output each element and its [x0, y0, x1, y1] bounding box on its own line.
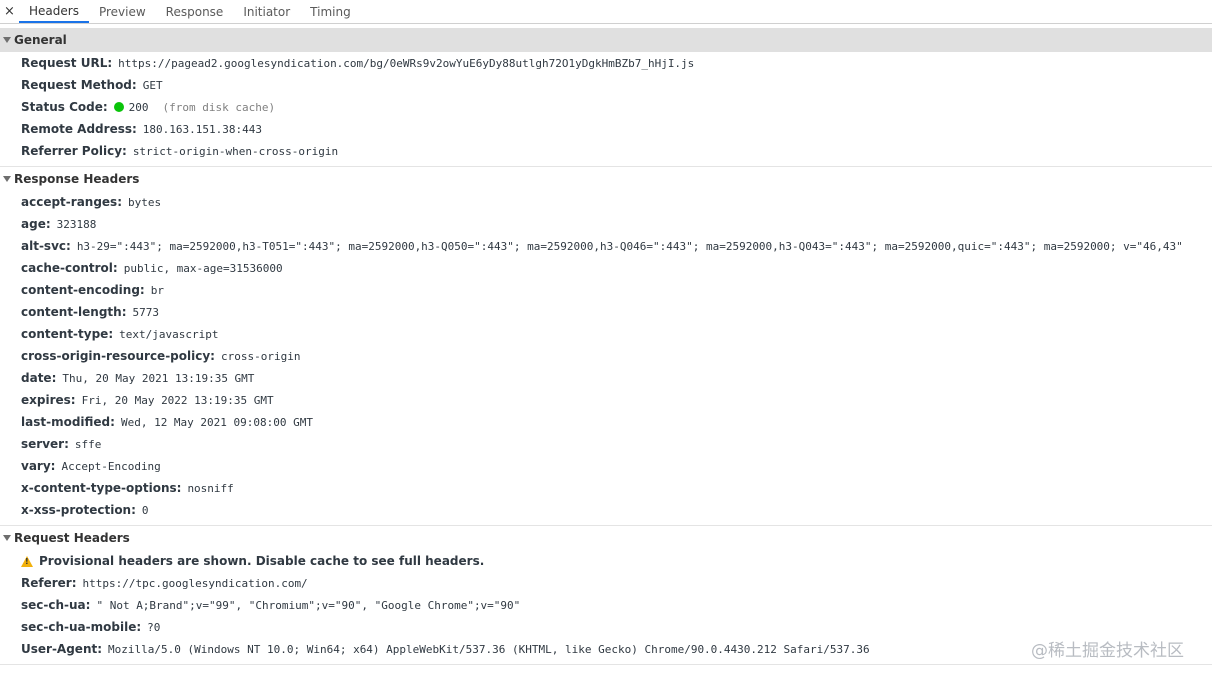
header-key: Remote Address: [21, 122, 137, 136]
header-key: date: [21, 371, 57, 385]
header-key: Referer: [21, 576, 77, 590]
response-headers-title: Response Headers [14, 172, 140, 186]
header-key: Request Method: [21, 78, 137, 92]
response-headers-section-header[interactable]: Response Headers [0, 167, 1212, 191]
provisional-warning-row: Provisional headers are shown. Disable c… [0, 550, 1212, 572]
referrer-policy-value: strict-origin-when-cross-origin [132, 144, 339, 158]
header-key: sec-ch-ua-mobile: [21, 620, 142, 634]
header-row: content-length: 5773 [0, 301, 1212, 323]
status-ok-icon [113, 102, 124, 112]
close-panel-button[interactable]: × [0, 0, 19, 23]
tab-timing[interactable]: Timing [300, 0, 361, 23]
status-code-row: Status Code: 200 (from disk cache) [0, 96, 1212, 118]
general-section-header[interactable]: General [0, 28, 1212, 52]
header-value: cross-origin [220, 349, 301, 363]
header-value: 323188 [56, 217, 97, 231]
header-value: 5773 [132, 305, 160, 319]
header-key: last-modified: [21, 415, 115, 429]
header-row: age: 323188 [0, 213, 1212, 235]
tab-initiator[interactable]: Initiator [233, 0, 300, 23]
header-row: cache-control: public, max-age=31536000 [0, 257, 1212, 279]
header-value: Wed, 12 May 2021 09:08:00 GMT [120, 415, 314, 429]
request-url-row: Request URL: https://pagead2.googlesyndi… [0, 52, 1212, 74]
header-row: sec-ch-ua: " Not A;Brand";v="99", "Chromi… [0, 594, 1212, 616]
warning-icon [21, 555, 33, 567]
header-key: Referrer Policy: [21, 144, 127, 158]
header-row: expires: Fri, 20 May 2022 13:19:35 GMT [0, 389, 1212, 411]
header-value: Mozilla/5.0 (Windows NT 10.0; Win64; x64… [108, 642, 870, 656]
header-key: content-encoding: [21, 283, 145, 297]
header-value: 0 [141, 503, 149, 517]
status-note: (from disk cache) [162, 100, 276, 114]
response-headers-section: Response Headers accept-ranges: bytes age… [0, 167, 1212, 526]
header-key: cross-origin-resource-policy: [21, 349, 215, 363]
remote-address-value: 180.163.151.38:443 [142, 122, 263, 136]
header-key: sec-ch-ua: [21, 598, 91, 612]
header-value: nosniff [187, 481, 234, 495]
request-headers-section-header[interactable]: Request Headers [0, 526, 1212, 550]
headers-panel: General Request URL: https://pagead2.goo… [0, 28, 1212, 665]
header-row: x-content-type-options: nosniff [0, 477, 1212, 499]
header-value: h3-29=":443"; ma=2592000,h3-T051=":443";… [76, 239, 1183, 253]
header-row: server: sffe [0, 433, 1212, 455]
watermark-text: @稀土掘金技术社区 [1031, 641, 1184, 661]
header-value: br [150, 283, 164, 297]
header-key: age: [21, 217, 51, 231]
tab-preview[interactable]: Preview [89, 0, 156, 23]
header-key: content-length: [21, 305, 127, 319]
header-value: https://tpc.googlesyndication.com/ [82, 576, 308, 590]
header-key: accept-ranges: [21, 195, 122, 209]
header-key: cache-control: [21, 261, 118, 275]
collapse-triangle-icon [3, 37, 11, 43]
header-value: ?0 [147, 620, 161, 634]
header-key: alt-svc: [21, 239, 71, 253]
status-code-value: 200 [128, 100, 149, 114]
header-key: server: [21, 437, 69, 451]
collapse-triangle-icon [3, 176, 11, 182]
request-url-value: https://pagead2.googlesyndication.com/bg… [118, 56, 695, 70]
header-value: bytes [128, 195, 162, 209]
header-key: expires: [21, 393, 76, 407]
header-key: User-Agent: [21, 642, 103, 656]
collapse-triangle-icon [3, 535, 11, 541]
tab-headers[interactable]: Headers [19, 0, 89, 23]
header-row: sec-ch-ua-mobile: ?0 [0, 616, 1212, 638]
header-row: alt-svc: h3-29=":443"; ma=2592000,h3-T051… [0, 235, 1212, 257]
header-row: content-encoding: br [0, 279, 1212, 301]
general-title: General [14, 33, 67, 47]
header-row: Referer: https://tpc.googlesyndication.co… [0, 572, 1212, 594]
devtools-tab-bar: × Headers Preview Response Initiator Tim… [0, 0, 1212, 24]
header-key: x-xss-protection: [21, 503, 136, 517]
header-value: " Not A;Brand";v="99", "Chromium";v="90"… [96, 598, 521, 612]
provisional-warning-text: Provisional headers are shown. Disable c… [39, 554, 485, 568]
header-key: x-content-type-options: [21, 481, 182, 495]
header-row: accept-ranges: bytes [0, 191, 1212, 213]
header-key: vary: [21, 459, 56, 473]
header-row: last-modified: Wed, 12 May 2021 09:08:00 … [0, 411, 1212, 433]
header-row: x-xss-protection: 0 [0, 499, 1212, 521]
request-method-row: Request Method: GET [0, 74, 1212, 96]
header-row: date: Thu, 20 May 2021 13:19:35 GMT [0, 367, 1212, 389]
request-headers-title: Request Headers [14, 531, 130, 545]
remote-address-row: Remote Address: 180.163.151.38:443 [0, 118, 1212, 140]
header-row: vary: Accept-Encoding [0, 455, 1212, 477]
header-value: Accept-Encoding [61, 459, 161, 473]
tab-response[interactable]: Response [156, 0, 234, 23]
header-value: Fri, 20 May 2022 13:19:35 GMT [81, 393, 274, 407]
header-value: public, max-age=31536000 [123, 261, 283, 275]
header-row: content-type: text/javascript [0, 323, 1212, 345]
general-section: General Request URL: https://pagead2.goo… [0, 28, 1212, 167]
referrer-policy-row: Referrer Policy: strict-origin-when-cros… [0, 140, 1212, 162]
header-value: sffe [74, 437, 102, 451]
header-row: cross-origin-resource-policy: cross-origi… [0, 345, 1212, 367]
header-key: Request URL: [21, 56, 113, 70]
header-value: Thu, 20 May 2021 13:19:35 GMT [62, 371, 255, 385]
header-key: content-type: [21, 327, 114, 341]
header-key: Status Code: [21, 100, 108, 114]
request-method-value: GET [142, 78, 163, 92]
header-value: text/javascript [119, 327, 219, 341]
